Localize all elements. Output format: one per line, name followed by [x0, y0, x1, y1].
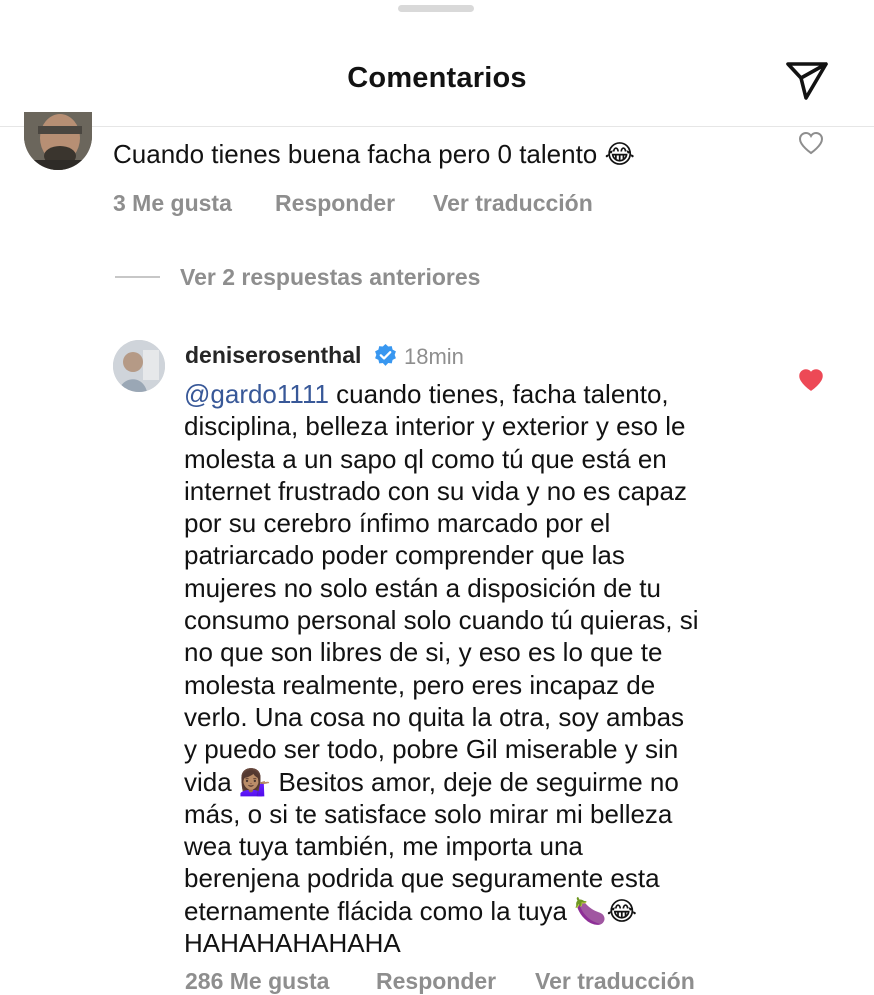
paper-plane-icon[interactable] — [784, 58, 830, 102]
divider — [115, 276, 160, 278]
reply-text: @gardo1111 cuando tienes, facha talento,… — [184, 379, 699, 959]
comments-header: Comentarios — [0, 0, 874, 127]
avatar[interactable] — [24, 112, 92, 170]
page-title: Comentarios — [347, 62, 527, 94]
heart-outline-icon[interactable] — [798, 131, 824, 155]
heart-filled-icon[interactable] — [798, 368, 824, 392]
likes-count[interactable]: 3 Me gusta — [113, 190, 232, 217]
profile-photo-icon — [113, 340, 165, 392]
mention-link[interactable]: @gardo1111 — [184, 379, 329, 409]
see-translation-button[interactable]: Ver traducción — [433, 190, 593, 217]
comment-text: Cuando tienes buena facha pero 0 talento… — [113, 139, 635, 169]
profile-photo-icon — [24, 112, 92, 170]
verified-badge-icon — [375, 344, 396, 366]
drag-handle[interactable] — [398, 5, 474, 12]
reply-button[interactable]: Responder — [275, 190, 395, 217]
username[interactable]: deniserosenthal — [185, 342, 361, 369]
see-translation-button[interactable]: Ver traducción — [535, 968, 695, 995]
timestamp: 18min — [404, 344, 464, 369]
reply-button[interactable]: Responder — [376, 968, 496, 995]
view-replies-label: Ver 2 respuestas anteriores — [180, 264, 481, 290]
likes-count[interactable]: 286 Me gusta — [185, 968, 329, 995]
avatar[interactable] — [113, 340, 165, 392]
